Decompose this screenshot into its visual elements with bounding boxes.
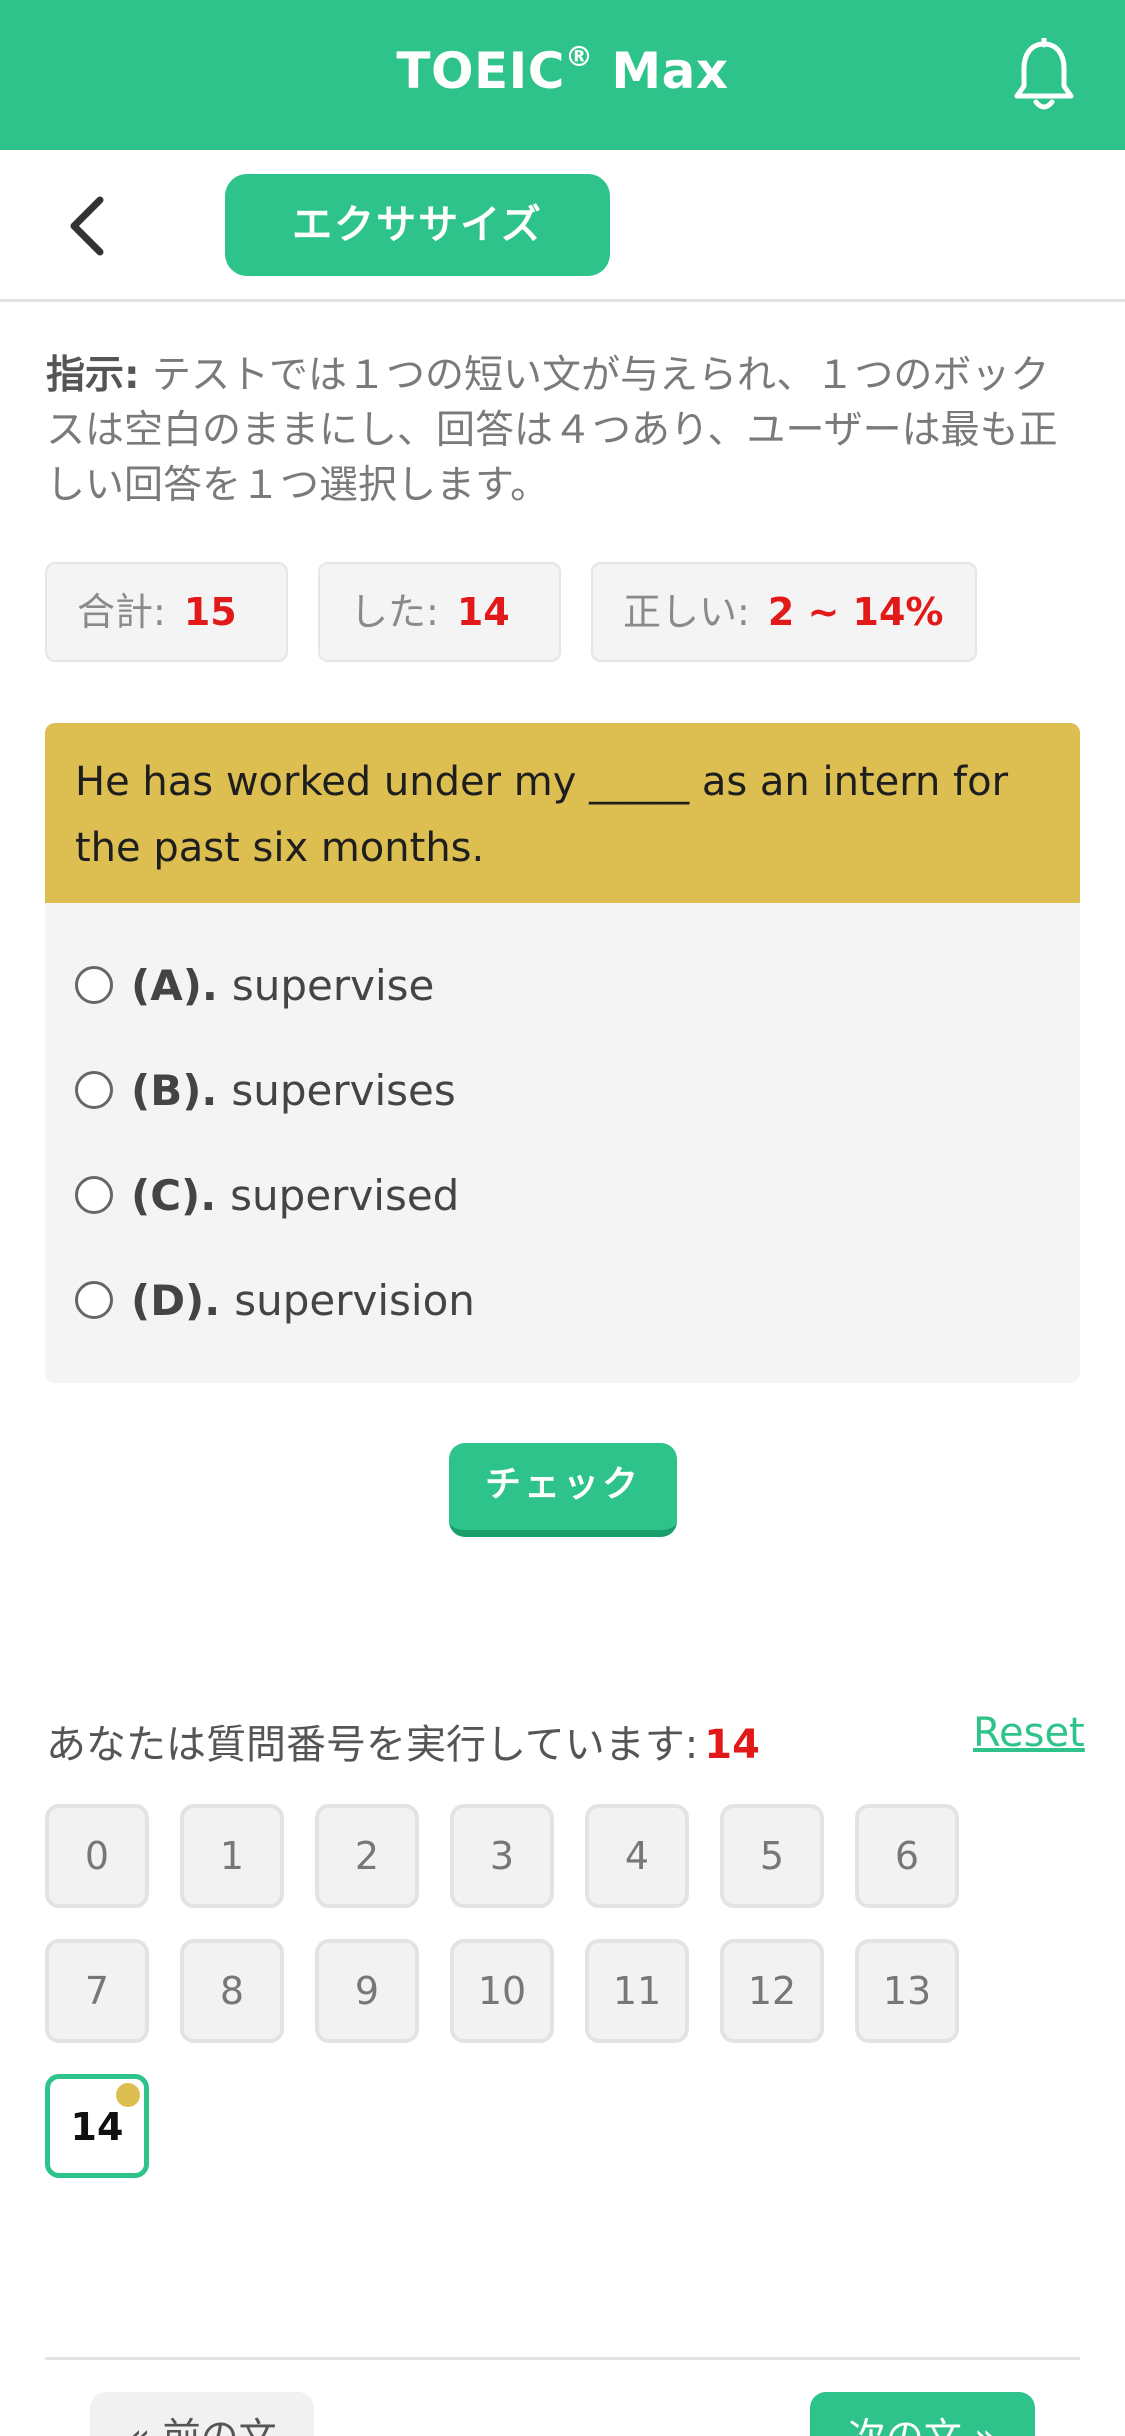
option-c[interactable]: (C). supervised: [75, 1160, 459, 1230]
instruction: 指示: テストでは１つの短い文が与えられ、１つのボックスは空白のままにし、回答は…: [46, 348, 1086, 513]
app-title: TOEIC® Max: [0, 40, 1125, 100]
option-c-key: (C).: [131, 1170, 217, 1220]
option-c-text: supervised: [230, 1170, 460, 1220]
back-arrow-icon[interactable]: [62, 194, 118, 258]
stat-done-label: した:: [350, 590, 439, 634]
radio-b[interactable]: [75, 1071, 113, 1109]
app-screen: TOEIC® Max エクササイズ 指示: テストでは１つの短い文が与えられ、１…: [0, 0, 1125, 2436]
question-number-5[interactable]: 5: [720, 1804, 824, 1908]
question-card: He has worked under my _____ as an inter…: [45, 723, 1080, 1383]
radio-a[interactable]: [75, 966, 113, 1004]
question-number-2[interactable]: 2: [315, 1804, 419, 1908]
question-number-14[interactable]: 14: [45, 2074, 149, 2178]
question-text: He has worked under my _____ as an inter…: [45, 723, 1080, 903]
stat-correct-value: 2 ~ 14%: [767, 590, 944, 634]
option-d-key: (D).: [131, 1275, 221, 1325]
question-number-0[interactable]: 0: [45, 1804, 149, 1908]
option-a[interactable]: (A). supervise: [75, 950, 434, 1020]
reset-link[interactable]: Reset: [973, 1710, 1085, 1756]
question-number-1[interactable]: 1: [180, 1804, 284, 1908]
question-number-8[interactable]: 8: [180, 1939, 284, 2043]
stat-correct: 正しい: 2 ~ 14%: [591, 562, 977, 662]
stat-total-label: 合計:: [77, 590, 166, 634]
footer-divider: [45, 2357, 1080, 2360]
stat-done: した: 14: [318, 562, 561, 662]
option-a-key: (A).: [131, 960, 218, 1010]
option-d[interactable]: (D). supervision: [75, 1265, 475, 1335]
bell-icon[interactable]: [1012, 38, 1076, 114]
radio-d[interactable]: [75, 1281, 113, 1319]
question-number-10[interactable]: 10: [450, 1939, 554, 2043]
instruction-label: 指示:: [46, 353, 140, 398]
option-d-text: supervision: [234, 1275, 475, 1325]
app-title-text: TOEIC: [396, 42, 565, 100]
stat-correct-label: 正しい:: [623, 590, 750, 634]
option-b[interactable]: (B). supervises: [75, 1055, 456, 1125]
option-b-key: (B).: [131, 1065, 218, 1115]
sub-header: エクササイズ: [0, 150, 1125, 302]
app-title-suffix: Max: [593, 42, 729, 100]
check-button[interactable]: チェック: [449, 1443, 677, 1537]
stat-total: 合計: 15: [45, 562, 288, 662]
question-number-7[interactable]: 7: [45, 1939, 149, 2043]
prev-sentence-button[interactable]: « 前の文: [90, 2392, 314, 2436]
progress-label-text: あなたは質問番号を実行しています:: [46, 1722, 699, 1768]
question-number-6[interactable]: 6: [855, 1804, 959, 1908]
question-number-13[interactable]: 13: [855, 1939, 959, 2043]
current-question-number: 14: [704, 1722, 760, 1768]
question-number-3[interactable]: 3: [450, 1804, 554, 1908]
current-marker-dot: [116, 2083, 140, 2107]
top-bar: TOEIC® Max: [0, 0, 1125, 150]
option-a-text: supervise: [231, 960, 435, 1010]
question-number-14-label: 14: [70, 2105, 124, 2149]
registered-mark: ®: [564, 40, 594, 73]
next-sentence-button[interactable]: 次の文 »: [810, 2392, 1035, 2436]
stat-done-value: 14: [456, 590, 510, 634]
question-number-4[interactable]: 4: [585, 1804, 689, 1908]
stat-total-value: 15: [183, 590, 237, 634]
radio-c[interactable]: [75, 1176, 113, 1214]
question-number-11[interactable]: 11: [585, 1939, 689, 2043]
question-number-12[interactable]: 12: [720, 1939, 824, 2043]
instruction-text: テストでは１つの短い文が与えられ、１つのボックスは空白のままにし、回答は４つあり…: [46, 353, 1058, 508]
exercise-mode-button[interactable]: エクササイズ: [225, 174, 610, 276]
progress-label: あなたは質問番号を実行しています: 14: [46, 1712, 760, 1770]
option-b-text: supervises: [231, 1065, 456, 1115]
question-number-9[interactable]: 9: [315, 1939, 419, 2043]
